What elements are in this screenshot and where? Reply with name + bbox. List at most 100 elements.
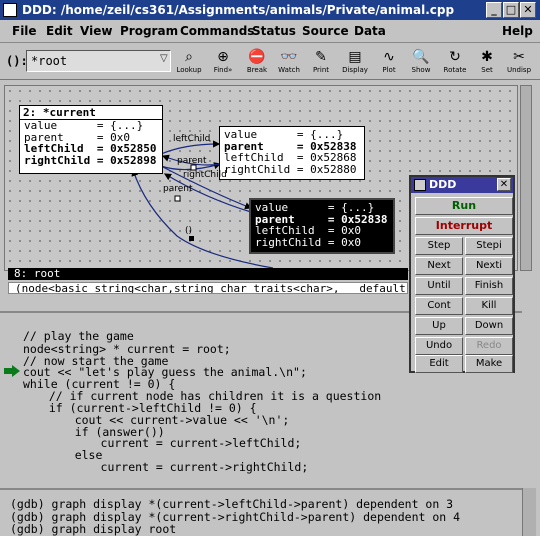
set-label: Set: [481, 66, 493, 74]
node-row: rightChild = 0x52898: [24, 153, 157, 167]
stepi-button[interactable]: Stepi: [465, 237, 513, 255]
close-button[interactable]: ✕: [520, 2, 536, 18]
display-status-line: 8: root: [8, 268, 408, 280]
right-child-node[interactable]: value = {...} parent = 0x52838 leftChild…: [249, 198, 395, 254]
rotate-button[interactable]: ↻ Rotate: [438, 48, 472, 78]
window-title: DDD: /home/zeil/cs361/Assignments/animal…: [22, 3, 455, 17]
undisp-icon: ✂: [513, 49, 525, 65]
kill-button[interactable]: Kill: [465, 297, 513, 315]
node-row: leftChild = 0x52850: [24, 142, 157, 155]
edge-label: parent: [163, 184, 193, 194]
edge-label: leftChild: [173, 134, 211, 144]
node-row: value = {...}: [224, 128, 344, 141]
menu-program[interactable]: Program: [120, 24, 178, 38]
next-button[interactable]: Next: [415, 257, 463, 275]
finish-button[interactable]: Finish: [465, 277, 513, 295]
plot-button[interactable]: ∿ Plot: [372, 48, 406, 78]
step-button[interactable]: Step: [415, 237, 463, 255]
node-row: value = {...}: [24, 119, 144, 132]
plot-label: Plot: [382, 66, 396, 74]
show-label: Show: [411, 66, 431, 74]
break-icon: ⛔: [248, 49, 266, 65]
data-scrollbar[interactable]: [520, 85, 532, 271]
cont-button[interactable]: Cont: [415, 297, 463, 315]
left-child-node[interactable]: value = {...} parent = 0x52838 leftChild…: [219, 126, 365, 180]
watch-icon: 👓: [280, 49, 298, 65]
undo-button[interactable]: Undo: [415, 337, 463, 355]
break-button[interactable]: ⛔ Break: [240, 48, 274, 78]
break-label: Break: [246, 66, 268, 74]
node-title: 2: *current: [20, 106, 162, 120]
rotate-icon: ↻: [449, 49, 461, 65]
argument-input[interactable]: *root: [26, 50, 171, 72]
redo-button[interactable]: Redo: [465, 337, 513, 355]
current-node[interactable]: 2: *current value = {...} parent = 0x0 l…: [19, 105, 163, 174]
command-tool[interactable]: DDD ✕ Run Interrupt Step Stepi Next Next…: [409, 175, 515, 373]
node-row: value = {...}: [255, 201, 375, 214]
find-icon: ⊕: [217, 49, 229, 65]
rotate-label: Rotate: [443, 66, 467, 74]
run-button[interactable]: Run: [415, 197, 513, 215]
lookup-label: Lookup: [176, 66, 202, 74]
console-scrollbar[interactable]: [522, 488, 536, 536]
menu-file[interactable]: File: [12, 24, 37, 38]
display-label: Display: [342, 66, 368, 74]
node-row: leftChild = 0x52868: [224, 151, 357, 164]
up-button[interactable]: Up: [415, 317, 463, 335]
set-button[interactable]: ✱ Set: [470, 48, 504, 78]
menu-commands[interactable]: Commands: [180, 24, 254, 38]
edge-label: rightChild: [183, 170, 227, 180]
menu-status[interactable]: Status: [252, 24, 296, 38]
maximize-button[interactable]: □: [503, 2, 519, 18]
interrupt-button[interactable]: Interrupt: [415, 217, 513, 235]
menu-help[interactable]: Help: [502, 24, 533, 38]
app-icon: [414, 179, 426, 191]
print-icon: ✎: [315, 49, 327, 65]
command-tool-title: DDD: [429, 178, 457, 191]
menu-data[interactable]: Data: [354, 24, 386, 38]
minimize-button[interactable]: _: [486, 2, 502, 18]
make-button[interactable]: Make: [465, 355, 513, 373]
watch-button[interactable]: 👓 Watch: [272, 48, 306, 78]
chevron-down-icon[interactable]: ▽: [160, 53, 168, 64]
nexti-button[interactable]: Nexti: [465, 257, 513, 275]
close-icon[interactable]: ✕: [497, 178, 511, 191]
find-button[interactable]: ⊕ Find»: [206, 48, 240, 78]
console-line: (gdb) graph display root: [10, 522, 177, 536]
print-button[interactable]: ✎ Print: [304, 48, 338, 78]
edit-button[interactable]: Edit: [415, 355, 463, 373]
plot-icon: ∿: [383, 49, 395, 65]
undisp-label: Undisp: [506, 66, 532, 74]
menu-view[interactable]: View: [80, 24, 112, 38]
argument-label: ():: [6, 54, 28, 68]
node-row: rightChild = 0x0: [255, 235, 361, 249]
node-row: leftChild = 0x0: [255, 224, 361, 237]
edge-label: (): [185, 226, 193, 236]
display-type-line: (node<basic_string<char,string_char_trai…: [8, 282, 408, 294]
lookup-icon: ⌕: [185, 49, 193, 65]
menu-source[interactable]: Source: [302, 24, 349, 38]
toolbar: (): *root ▽ ⌕ Lookup ⊕ Find» ⛔ Break 👓 W…: [0, 44, 540, 80]
command-tool-titlebar[interactable]: DDD ✕: [411, 177, 513, 193]
show-button[interactable]: 🔍 Show: [404, 48, 438, 78]
node-row: rightChild = 0x52880: [224, 162, 357, 176]
menu-bar: File Edit View Program Commands Status S…: [0, 21, 540, 43]
show-icon: 🔍: [412, 49, 430, 65]
find-label: Find»: [213, 66, 233, 74]
print-label: Print: [312, 66, 330, 74]
down-button[interactable]: Down: [465, 317, 513, 335]
gdb-console[interactable]: (gdb) graph display *(current->leftChild…: [0, 488, 522, 536]
set-icon: ✱: [481, 49, 493, 65]
edge-label: parent: [177, 156, 207, 166]
source-line: current = current->rightChild;: [59, 460, 309, 474]
undisp-button[interactable]: ✂ Undisp: [502, 48, 536, 78]
menu-edit[interactable]: Edit: [46, 24, 73, 38]
display-button[interactable]: ▤ Display: [338, 48, 372, 78]
lookup-button[interactable]: ⌕ Lookup: [172, 48, 206, 78]
title-bar[interactable]: DDD: /home/zeil/cs361/Assignments/animal…: [0, 0, 540, 20]
app-icon[interactable]: [3, 3, 17, 17]
execution-arrow-icon: [4, 365, 20, 377]
watch-label: Watch: [278, 66, 300, 74]
until-button[interactable]: Until: [415, 277, 463, 295]
display-icon: ▤: [348, 49, 362, 65]
